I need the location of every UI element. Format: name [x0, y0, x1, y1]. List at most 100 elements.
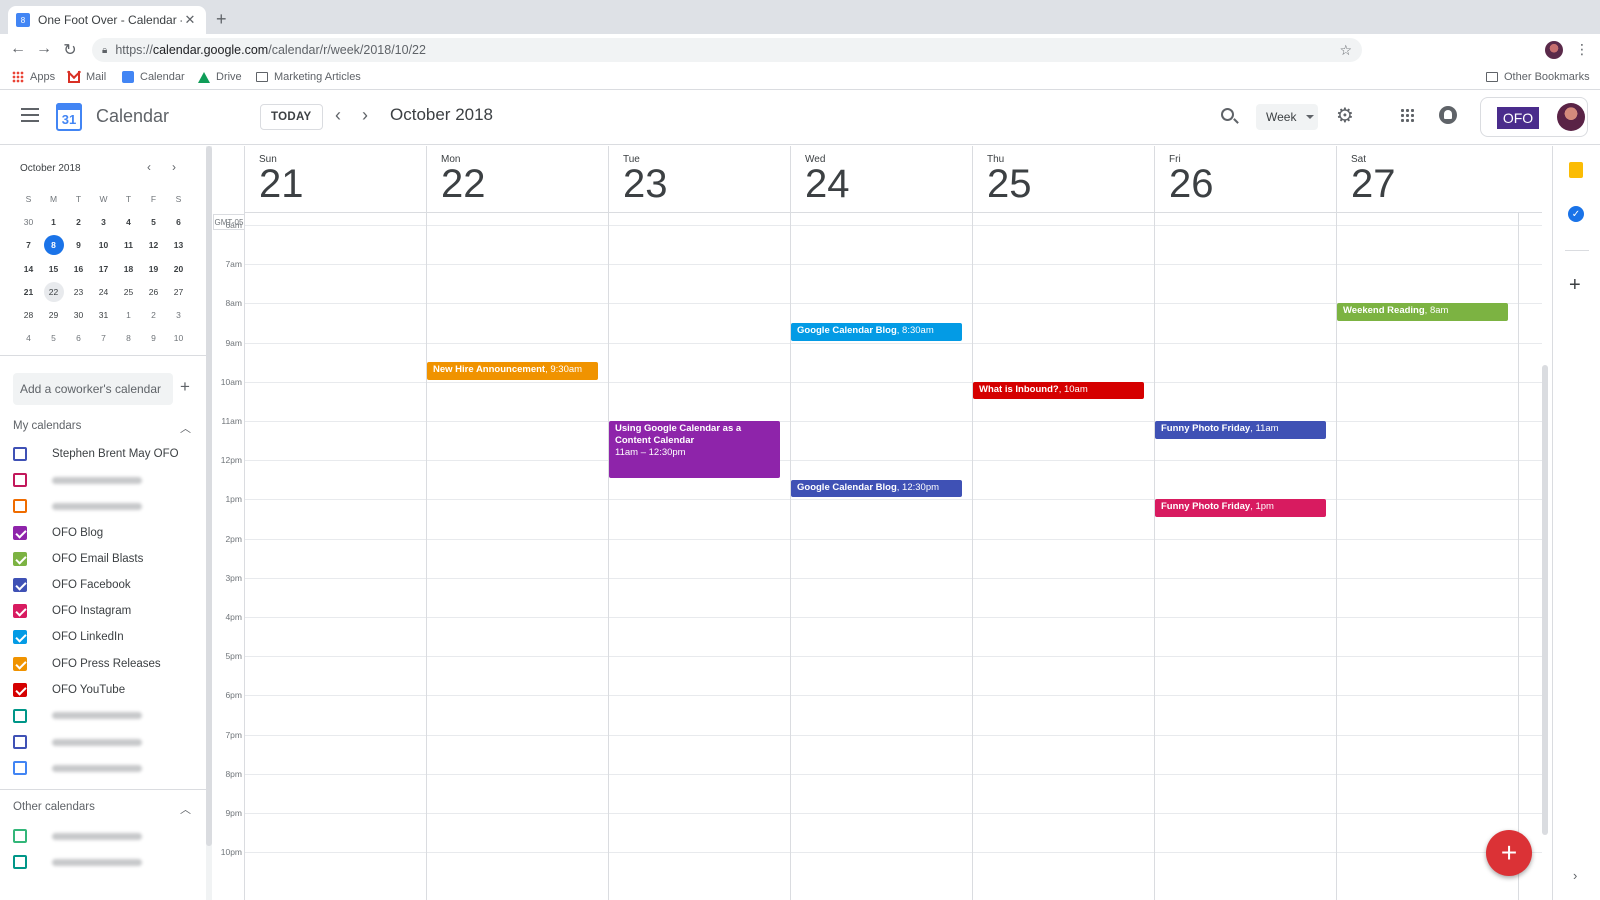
mini-calendar-day[interactable]: 10	[91, 234, 116, 257]
calendar-list-item[interactable]: OFO Instagram	[0, 598, 206, 624]
calendar-checkbox[interactable]	[13, 630, 27, 645]
search-icon[interactable]	[1221, 108, 1234, 121]
day-number[interactable]: 26	[1169, 163, 1214, 205]
day-number[interactable]: 22	[441, 163, 486, 205]
calendar-checkbox[interactable]	[13, 499, 27, 514]
calendar-checkbox[interactable]	[13, 761, 27, 776]
day-header[interactable]: Thu 25	[972, 146, 1154, 212]
day-number[interactable]: 21	[259, 163, 304, 205]
calendar-list-item[interactable]	[0, 493, 206, 519]
day-header[interactable]: Sat 27	[1336, 146, 1518, 212]
mini-calendar-day[interactable]: 21	[16, 280, 41, 303]
calendar-event[interactable]: Using Google Calendar as a Content Calen…	[609, 421, 780, 478]
calendar-list-item[interactable]: Stephen Brent May OFO	[0, 441, 206, 467]
calendar-list-item[interactable]: OFO Facebook	[0, 572, 206, 598]
calendar-checkbox[interactable]	[13, 525, 27, 540]
calendar-list-item[interactable]	[0, 849, 206, 875]
notifications-icon[interactable]	[1439, 106, 1457, 124]
reload-icon[interactable]: ↻	[60, 40, 80, 60]
day-header[interactable]: Wed 24	[790, 146, 972, 212]
mini-calendar-day[interactable]: 19	[141, 257, 166, 280]
mini-calendar-day[interactable]: 2	[141, 303, 166, 326]
calendar-checkbox[interactable]	[13, 708, 27, 723]
mini-calendar-day[interactable]: 3	[91, 210, 116, 233]
view-selector[interactable]: Week	[1256, 104, 1318, 130]
main-menu-icon[interactable]	[21, 108, 39, 122]
mini-calendar-day[interactable]: 24	[91, 280, 116, 303]
mini-next-month-icon[interactable]: ›	[172, 160, 176, 174]
day-header[interactable]: Sun 21	[244, 146, 426, 212]
calendar-checkbox[interactable]	[13, 604, 27, 619]
collapse-chevron-icon[interactable]: ︿	[180, 801, 191, 817]
bookmark-mail[interactable]: Mail	[68, 71, 106, 83]
calendar-list-item[interactable]: OFO LinkedIn	[0, 624, 206, 650]
day-number[interactable]: 25	[987, 163, 1032, 205]
day-number[interactable]: 24	[805, 163, 850, 205]
mini-calendar-day[interactable]: 1	[116, 303, 141, 326]
new-tab-icon[interactable]: +	[216, 9, 227, 30]
forward-icon[interactable]: →	[34, 40, 54, 58]
bookmark-calendar[interactable]: Calendar	[122, 71, 185, 83]
calendar-event[interactable]: Funny Photo Friday, 11am	[1155, 421, 1326, 439]
avatar[interactable]	[1557, 103, 1585, 131]
calendar-list-item[interactable]	[0, 703, 206, 729]
calendar-list-item[interactable]	[0, 729, 206, 755]
bookmark-drive[interactable]: Drive	[198, 71, 242, 83]
calendar-checkbox[interactable]	[13, 682, 27, 697]
tasks-icon[interactable]: ✓	[1568, 206, 1584, 222]
day-header[interactable]: Fri 26	[1154, 146, 1336, 212]
calendar-checkbox[interactable]	[13, 829, 27, 844]
add-addon-plus-icon[interactable]: +	[1569, 274, 1581, 297]
close-tab-icon[interactable]: ✕	[182, 12, 198, 28]
mini-calendar-day[interactable]: 10	[166, 327, 191, 350]
browser-profile-avatar[interactable]	[1545, 41, 1563, 59]
mini-calendar-day[interactable]: 5	[41, 327, 66, 350]
calendar-event[interactable]: Funny Photo Friday, 1pm	[1155, 499, 1326, 517]
mini-calendar-day[interactable]: 2	[66, 210, 91, 233]
mini-prev-month-icon[interactable]: ‹	[147, 160, 151, 174]
calendar-event[interactable]: Weekend Reading, 8am	[1337, 303, 1508, 321]
mini-calendar-day[interactable]: 11	[116, 234, 141, 257]
bookmark-marketing-articles[interactable]: Marketing Articles	[256, 71, 361, 83]
calendar-list-item[interactable]: OFO Blog	[0, 520, 206, 546]
mini-calendar-day[interactable]: 4	[116, 210, 141, 233]
calendar-list-item[interactable]	[0, 755, 206, 781]
mini-calendar-day[interactable]: 13	[166, 234, 191, 257]
day-number[interactable]: 27	[1351, 163, 1396, 205]
calendar-list-item[interactable]: OFO YouTube	[0, 677, 206, 703]
my-calendars-header[interactable]: My calendars	[13, 420, 81, 432]
mini-calendar-day[interactable]: 16	[66, 257, 91, 280]
bookmark-star-icon[interactable]: ☆	[1339, 42, 1352, 59]
account-switcher[interactable]: OFO	[1480, 97, 1588, 137]
mini-calendar-day[interactable]: 9	[66, 234, 91, 257]
add-calendar-plus-icon[interactable]: +	[180, 377, 190, 397]
day-header[interactable]: Mon 22	[426, 146, 608, 212]
mini-calendar-day[interactable]: 31	[91, 303, 116, 326]
mini-calendar-day[interactable]: 20	[166, 257, 191, 280]
bookmark-other[interactable]: Other Bookmarks	[1486, 71, 1590, 83]
mini-calendar-day[interactable]: 3	[166, 303, 191, 326]
mini-calendar-day[interactable]: 8	[41, 234, 66, 257]
mini-calendar-day[interactable]: 7	[91, 327, 116, 350]
calendar-event[interactable]: What is Inbound?, 10am	[973, 381, 1144, 400]
calendar-checkbox[interactable]	[13, 656, 27, 671]
calendar-list-item[interactable]: OFO Email Blasts	[0, 546, 206, 572]
mini-calendar-day[interactable]: 27	[166, 280, 191, 303]
calendar-list-item[interactable]	[0, 467, 206, 493]
calendar-list-item[interactable]: OFO Press Releases	[0, 651, 206, 677]
mini-calendar-day[interactable]: 15	[41, 257, 66, 280]
next-week-icon[interactable]: ›	[362, 105, 368, 126]
mini-calendar-day[interactable]: 7	[16, 234, 41, 257]
expand-panel-chevron-icon[interactable]: ›	[1573, 868, 1577, 883]
mini-calendar-day[interactable]: 5	[141, 210, 166, 233]
mini-calendar-day[interactable]: 29	[41, 303, 66, 326]
bookmark-apps[interactable]: Apps	[12, 71, 55, 83]
mini-calendar-day[interactable]: 6	[66, 327, 91, 350]
mini-calendar-day[interactable]: 14	[16, 257, 41, 280]
calendar-list-item[interactable]	[0, 823, 206, 849]
previous-week-icon[interactable]: ‹	[335, 105, 341, 126]
browser-menu-icon[interactable]: ⋮	[1575, 41, 1589, 58]
collapse-chevron-icon[interactable]: ︿	[180, 420, 191, 436]
calendar-event[interactable]: Google Calendar Blog, 8:30am	[791, 323, 962, 341]
time-grid[interactable]: 6am 7am 8am 9am 10am 11am 12pm 1pm 2pm 3pm 4pm 5pm 6…	[212, 213, 1552, 900]
